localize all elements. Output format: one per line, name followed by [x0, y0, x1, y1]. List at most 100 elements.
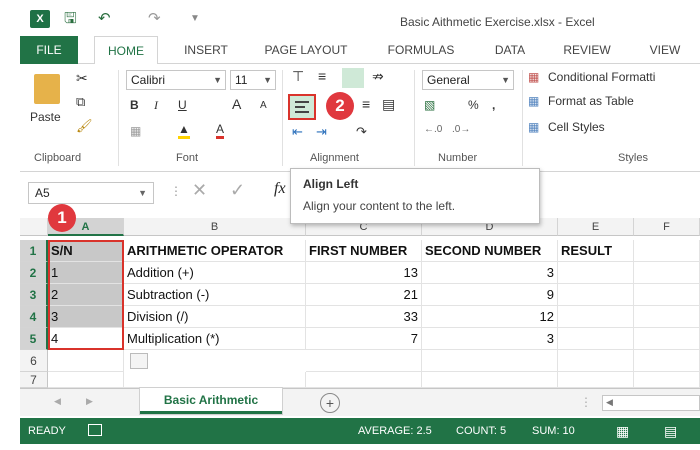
cell-f5[interactable]	[634, 328, 700, 350]
cell-c6[interactable]	[306, 350, 422, 372]
copy-icon[interactable]: ⧉	[76, 94, 85, 110]
conditional-formatting-button[interactable]: Conditional Formatti	[548, 70, 655, 84]
customize-icon[interactable]: ▼	[190, 10, 200, 28]
column-header-e[interactable]: E	[558, 218, 634, 236]
currency-icon[interactable]: ▧	[424, 98, 435, 112]
fill-color-icon[interactable]: ▲	[178, 122, 190, 139]
paste-icon[interactable]	[34, 74, 60, 104]
cell-f7[interactable]	[634, 372, 700, 388]
macro-recorder-icon[interactable]	[88, 424, 102, 436]
enter-icon[interactable]: ✓	[230, 180, 245, 201]
save-icon[interactable]: 🖫	[64, 10, 77, 28]
cell-b3[interactable]: Subtraction (-)	[124, 284, 306, 306]
decrease-indent-icon[interactable]: ⇤	[292, 124, 303, 140]
cell-a7[interactable]	[48, 372, 124, 388]
cell-c4[interactable]: 33	[306, 306, 422, 328]
row-header-2[interactable]: 2	[20, 262, 48, 284]
scroll-right-icon[interactable]: ▶	[86, 396, 93, 407]
cell-b2[interactable]: Addition (+)	[124, 262, 306, 284]
tab-page-layout[interactable]: PAGE LAYOUT	[254, 36, 358, 64]
grow-font-button[interactable]: A	[232, 96, 241, 112]
tab-file[interactable]: FILE	[20, 36, 78, 64]
orientation-icon[interactable]: ⇏	[372, 68, 384, 85]
cell-b1[interactable]: ARITHMETIC OPERATOR	[124, 240, 306, 262]
undo-icon[interactable]: ↶	[98, 10, 111, 28]
top-align-icon[interactable]: ⊤	[292, 68, 304, 85]
cell-c7[interactable]	[306, 372, 422, 388]
insert-function-button[interactable]: fx	[274, 180, 286, 198]
cut-icon[interactable]: ✂	[76, 70, 88, 87]
tab-data[interactable]: DATA	[484, 36, 536, 64]
cell-e7[interactable]	[558, 372, 634, 388]
row-header-4[interactable]: 4	[20, 306, 48, 328]
row-header-1[interactable]: 1	[20, 240, 48, 262]
cell-e5[interactable]	[558, 328, 634, 350]
increase-decimal-icon[interactable]: ←.0	[424, 124, 442, 135]
underline-button[interactable]: U	[178, 98, 187, 112]
cell-b5[interactable]: Multiplication (*)	[124, 328, 306, 350]
select-all-corner[interactable]	[20, 218, 48, 236]
borders-icon[interactable]: ▦	[130, 124, 141, 138]
column-header-b[interactable]: B	[124, 218, 306, 236]
cell-e1[interactable]: RESULT	[558, 240, 634, 262]
cell-d4[interactable]: 12	[422, 306, 558, 328]
cell-f3[interactable]	[634, 284, 700, 306]
cell-b7[interactable]	[124, 372, 306, 388]
cell-f1[interactable]	[634, 240, 700, 262]
font-color-button[interactable]: A	[216, 122, 225, 139]
name-box[interactable]: A5 ▼	[28, 182, 154, 204]
italic-button[interactable]: I	[154, 98, 158, 113]
text-direction-icon[interactable]: ↷	[356, 124, 367, 140]
cell-d2[interactable]: 3	[422, 262, 558, 284]
column-header-f[interactable]: F	[634, 218, 700, 236]
cell-f2[interactable]	[634, 262, 700, 284]
cell-c3[interactable]: 21	[306, 284, 422, 306]
page-layout-view-icon[interactable]: ▤	[664, 418, 677, 444]
tab-review[interactable]: REVIEW	[554, 36, 620, 64]
increase-indent-icon[interactable]: ⇥	[316, 124, 327, 140]
normal-view-icon[interactable]: ▦	[616, 418, 629, 444]
cell-a6[interactable]	[48, 350, 124, 372]
scroll-left-icon[interactable]: ◀	[54, 396, 61, 407]
cell-c2[interactable]: 13	[306, 262, 422, 284]
tab-home[interactable]: HOME	[94, 36, 158, 65]
cell-d5[interactable]: 3	[422, 328, 558, 350]
cell-c1[interactable]: FIRST NUMBER	[306, 240, 422, 262]
cell-f6[interactable]	[634, 350, 700, 372]
add-sheet-button[interactable]: +	[320, 393, 340, 413]
cell-e3[interactable]	[558, 284, 634, 306]
scroll-left-arrow-icon[interactable]: ◀	[606, 397, 613, 408]
row-header-5[interactable]: 5	[20, 328, 48, 350]
decrease-decimal-icon[interactable]: .0→	[452, 124, 470, 135]
cancel-icon[interactable]: ✕	[192, 180, 207, 201]
worksheet-grid[interactable]: A B C D E F 1 1 S/N ARITHMETIC OPERATOR …	[20, 204, 700, 388]
row-header-3[interactable]: 3	[20, 284, 48, 306]
format-as-table-button[interactable]: Format as Table	[548, 94, 634, 108]
cell-styles-button[interactable]: Cell Styles	[548, 120, 605, 134]
cell-b4[interactable]: Division (/)	[124, 306, 306, 328]
cell-e6[interactable]	[558, 350, 634, 372]
cell-d1[interactable]: SECOND NUMBER	[422, 240, 558, 262]
cell-f4[interactable]	[634, 306, 700, 328]
tab-formulas[interactable]: FORMULAS	[376, 36, 466, 64]
cell-c5[interactable]: 7	[306, 328, 422, 350]
row-header-6[interactable]: 6	[20, 350, 48, 372]
cell-d7[interactable]	[422, 372, 558, 388]
align-right-icon[interactable]: ≡	[362, 96, 370, 112]
align-left-button[interactable]	[288, 94, 316, 120]
quick-analysis-icon[interactable]	[130, 353, 148, 369]
cell-d3[interactable]: 9	[422, 284, 558, 306]
cell-e2[interactable]	[558, 262, 634, 284]
cell-e4[interactable]	[558, 306, 634, 328]
row-header-7[interactable]: 7	[20, 372, 48, 388]
bold-button[interactable]: B	[130, 98, 139, 112]
tab-view[interactable]: VIEW	[640, 36, 690, 64]
font-size-dropdown[interactable]: 11 ▼	[230, 70, 276, 90]
shrink-font-button[interactable]: A	[260, 100, 267, 111]
cell-d6[interactable]	[422, 350, 558, 372]
percent-button[interactable]: %	[468, 98, 479, 112]
comma-button[interactable]: ,	[492, 98, 495, 112]
font-family-dropdown[interactable]: Calibri ▼	[126, 70, 226, 90]
tab-insert[interactable]: INSERT	[172, 36, 240, 64]
paste-button[interactable]: Paste	[30, 110, 61, 124]
